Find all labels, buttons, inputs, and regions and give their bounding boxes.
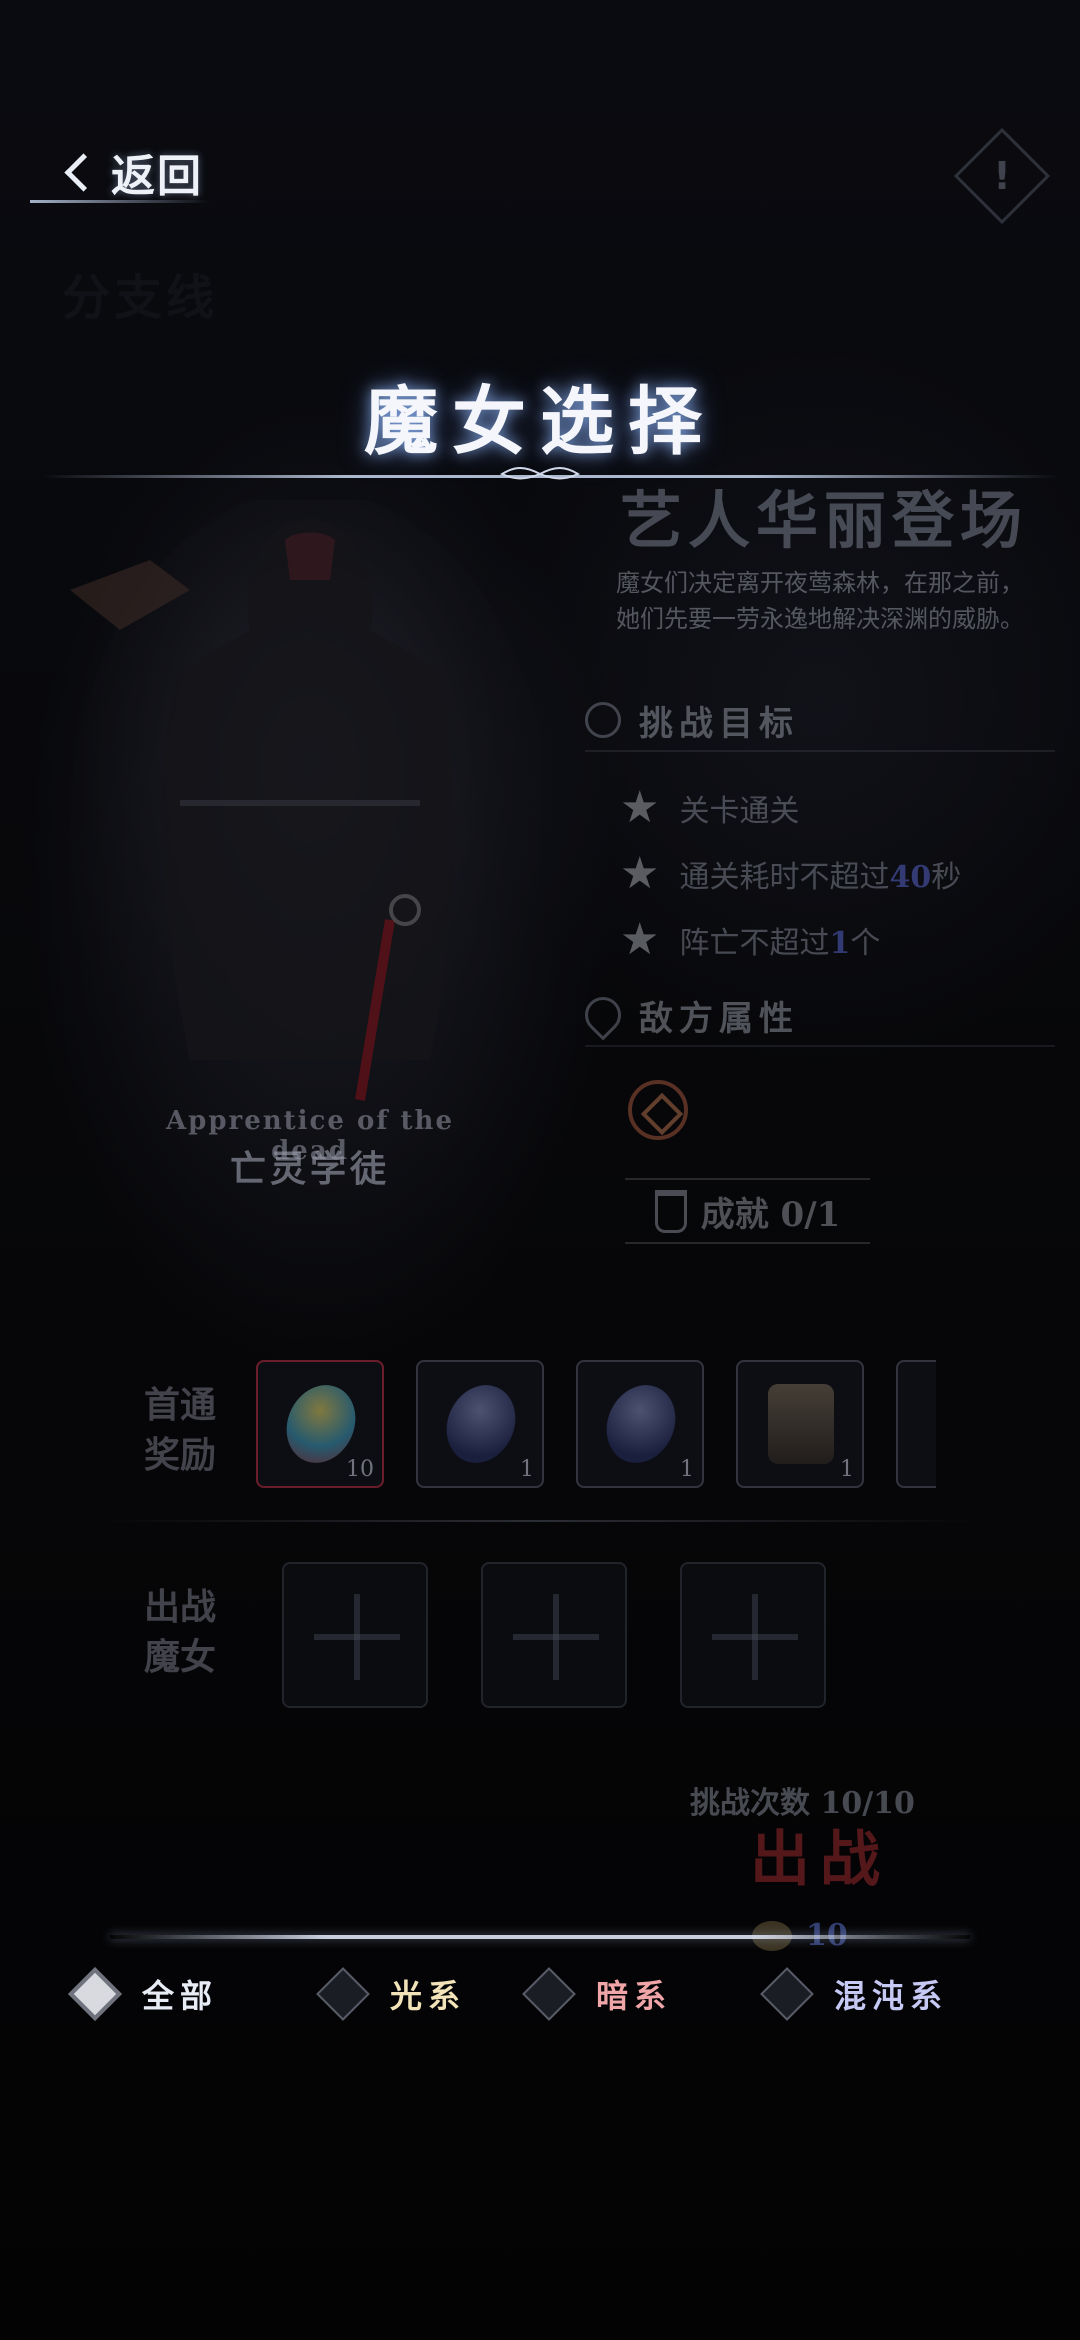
flame-icon (577, 989, 629, 1041)
chevron-left-icon (64, 152, 103, 192)
achievement-button[interactable]: 成就 0/1 (625, 1178, 870, 1244)
enemy-element-icon[interactable] (628, 1080, 688, 1140)
stage-description: 魔女们决定离开夜莺森林，在那之前，她们先要一劳永逸地解决深渊的威胁。 (616, 569, 1024, 633)
search-icon (585, 702, 621, 738)
diamond-icon (68, 1967, 122, 2021)
star-icon: ★ (620, 914, 660, 965)
back-button[interactable]: 返回 (60, 140, 203, 204)
star-icon: ★ (620, 782, 660, 833)
objective-item: ★ 通关耗时不超过40秒 (620, 848, 962, 899)
objectives-heading: 挑战目标 (585, 690, 1055, 752)
reward-slot[interactable]: 1 (576, 1360, 704, 1488)
reward-slot[interactable]: 1 (416, 1360, 544, 1488)
filter-bar-divider (110, 1935, 970, 1939)
stage-name: 艺人华丽登场 (620, 484, 1029, 557)
filter-tab-chaos[interactable]: 混沌系 (760, 1966, 948, 2022)
character-portrait (70, 500, 540, 1170)
objective-item: ★ 关卡通关 (620, 782, 800, 833)
objective-item: ★ 阵亡不超过1个 (620, 914, 881, 965)
reward-slot[interactable]: 10 (256, 1360, 384, 1488)
trophy-icon (654, 1189, 687, 1233)
faint-branch-label: 分支线 (62, 270, 219, 326)
objectives-heading-label: 挑战目标 (639, 703, 799, 744)
chest-icon (768, 1384, 834, 1464)
character-name: 亡灵学徒 (229, 1148, 390, 1190)
section-divider (95, 1520, 985, 1522)
deploy-slot[interactable] (481, 1562, 627, 1708)
deploy-slot[interactable] (680, 1562, 826, 1708)
first-clear-reward-label: 首通奖励 (143, 1384, 216, 1476)
page-title: 魔女选择 (364, 379, 716, 465)
reward-slot-partial[interactable] (896, 1360, 936, 1488)
reward-slot[interactable]: 1 (736, 1360, 864, 1488)
deploy-slot[interactable] (282, 1562, 428, 1708)
fight-button[interactable]: 出战 (700, 1815, 940, 1905)
ornament-icon (500, 467, 580, 480)
enemy-attribute-heading: 敌方属性 (577, 985, 1055, 1047)
diamond-icon (522, 1967, 576, 2021)
filter-tab-light[interactable]: 光系 (316, 1966, 466, 2022)
back-underline (30, 200, 210, 203)
star-icon: ★ (620, 848, 660, 899)
dark-crystal-icon (594, 1373, 688, 1475)
back-label: 返回 (111, 151, 203, 202)
filter-tab-all[interactable]: 全部 (68, 1966, 218, 2022)
dark-crystal-icon (434, 1373, 528, 1475)
diamond-icon (760, 1967, 814, 2021)
achievement-label: 成就 0/1 (700, 1194, 841, 1235)
filter-tab-dark[interactable]: 暗系 (522, 1966, 672, 2022)
deploy-witch-label: 出战魔女 (143, 1586, 216, 1678)
enemy-attribute-label: 敌方属性 (639, 998, 799, 1039)
diamond-icon (316, 1967, 370, 2021)
